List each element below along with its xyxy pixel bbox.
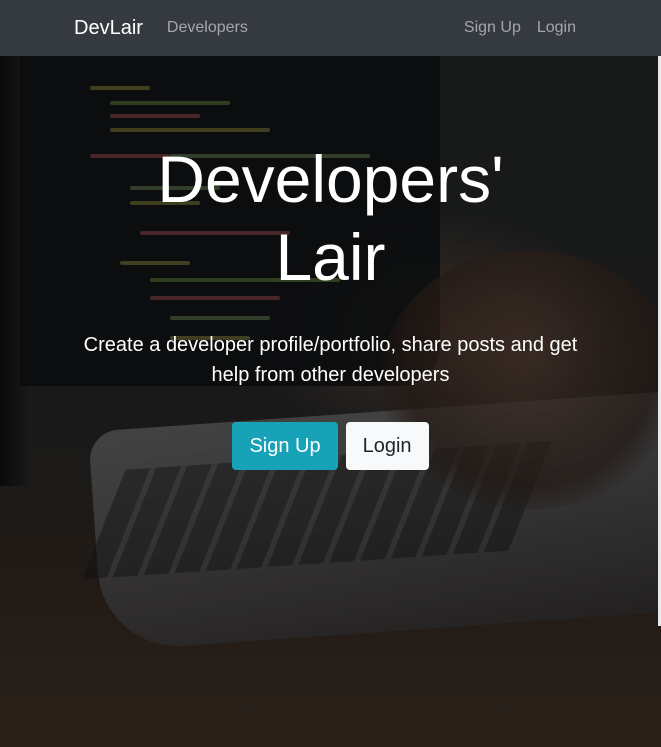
hero-title: Developers' Lair (157, 142, 504, 294)
nav-auth-links: Sign Up Login (464, 0, 576, 56)
nav-login-link[interactable]: Login (537, 19, 576, 37)
hero-buttons: Sign Up Login (0, 422, 661, 470)
developers-link[interactable]: Developers (167, 19, 248, 37)
navbar: DevLair Developers Sign Up Login (0, 0, 661, 56)
brand-link[interactable]: DevLair (74, 17, 143, 40)
landing-hero: Developers' Lair Create a developer prof… (0, 140, 661, 470)
login-button[interactable]: Login (345, 422, 429, 470)
signup-button[interactable]: Sign Up (232, 422, 338, 470)
hero-lead: Create a developer profile/portfolio, sh… (83, 334, 578, 386)
nav-signup-link[interactable]: Sign Up (464, 19, 521, 37)
